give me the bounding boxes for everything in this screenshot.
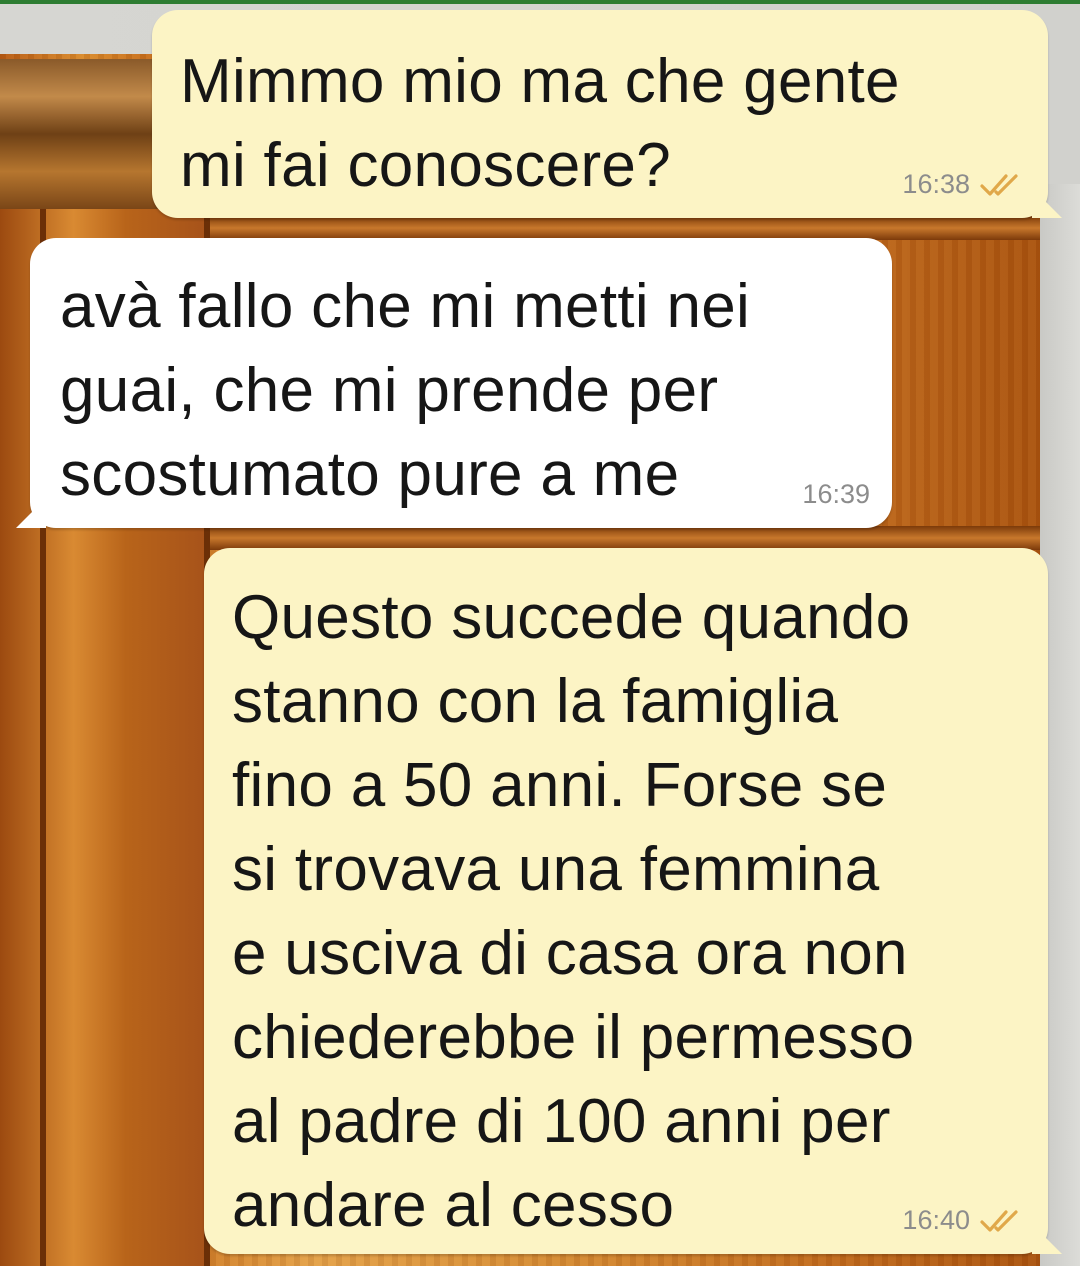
message-meta: 16:39 [802,479,870,510]
bubble-tail [1032,188,1062,218]
wallpaper-rail [210,526,1040,550]
wallpaper-rail [210,216,1040,240]
message-bubble-outgoing[interactable]: Mimmo mio ma che gente mi fai conoscere?… [152,10,1062,218]
message-text: avà fallo che mi metti nei guai, che mi … [60,272,751,509]
message-time: 16:40 [902,1205,970,1235]
message-meta: 16:38 [902,169,1026,200]
message-meta: 16:40 [902,1205,1026,1236]
double-check-icon [980,1209,1018,1232]
bubble-tail [16,498,46,528]
double-check-icon [980,173,1018,196]
message-text: Questo succede quando stanno con la fami… [232,583,915,1240]
message-bubble-outgoing[interactable]: Questo succede quando stanno con la fami… [204,548,1062,1254]
bubble-tail [1032,1224,1062,1254]
message-bubble-incoming[interactable]: avà fallo che mi metti nei guai, che mi … [16,238,892,528]
message-time: 16:38 [902,169,970,199]
message-time: 16:39 [802,479,870,509]
